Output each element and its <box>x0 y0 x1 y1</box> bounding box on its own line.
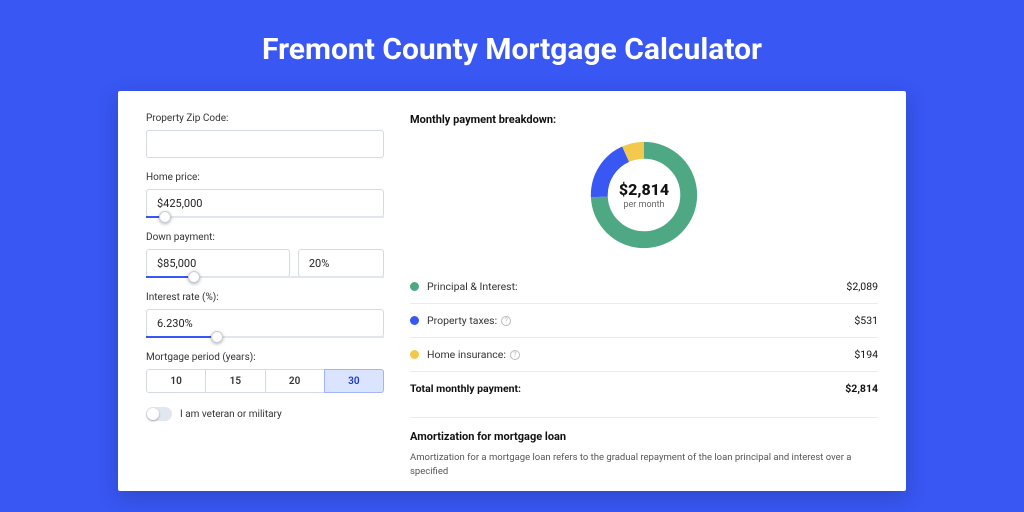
period-button-10[interactable]: 10 <box>146 369 206 393</box>
calculator-card: Property Zip Code: Home price: Down paym… <box>118 91 906 491</box>
breakdown-panel: Monthly payment breakdown: $2,814 per mo… <box>398 113 878 469</box>
slider-thumb[interactable] <box>188 271 200 283</box>
field-veteran: I am veteran or military <box>146 407 384 421</box>
home-price-slider[interactable] <box>146 216 384 218</box>
amortization-title: Amortization for mortgage loan <box>410 430 878 443</box>
veteran-label: I am veteran or military <box>180 409 282 420</box>
breakdown-value: $531 <box>854 314 878 327</box>
interest-rate-label: Interest rate (%): <box>146 292 384 303</box>
donut-chart-wrap: $2,814 per month <box>410 136 878 254</box>
info-icon[interactable]: ? <box>501 316 511 326</box>
legend-dot <box>410 350 419 359</box>
divider <box>410 303 878 304</box>
veteran-toggle[interactable] <box>146 407 172 421</box>
page-title: Fremont County Mortgage Calculator <box>0 0 1024 91</box>
donut-amount: $2,814 <box>619 180 669 199</box>
breakdown-title: Monthly payment breakdown: <box>410 113 878 126</box>
amortization-text: Amortization for a mortgage loan refers … <box>410 451 878 480</box>
slider-thumb[interactable] <box>159 211 171 223</box>
breakdown-value: $2,089 <box>846 280 878 293</box>
period-button-group: 10152030 <box>146 369 384 393</box>
zip-label: Property Zip Code: <box>146 113 384 124</box>
down-payment-label: Down payment: <box>146 232 384 243</box>
period-button-20[interactable]: 20 <box>265 369 325 393</box>
field-period: Mortgage period (years): 10152030 <box>146 352 384 393</box>
field-interest-rate: Interest rate (%): <box>146 292 384 338</box>
zip-input[interactable] <box>146 130 384 158</box>
divider <box>410 371 878 372</box>
breakdown-row: Property taxes:? $531 <box>410 306 878 335</box>
field-down-payment: Down payment: <box>146 232 384 278</box>
interest-rate-slider[interactable] <box>146 336 384 338</box>
donut-sub: per month <box>623 200 664 210</box>
breakdown-row: Principal & Interest: $2,089 <box>410 272 878 301</box>
info-icon[interactable]: ? <box>510 350 520 360</box>
interest-rate-input[interactable] <box>146 309 384 337</box>
total-label: Total monthly payment: <box>410 382 521 395</box>
period-label: Mortgage period (years): <box>146 352 384 363</box>
breakdown-row: Home insurance:? $194 <box>410 340 878 369</box>
breakdown-label: Principal & Interest: <box>427 280 518 293</box>
down-payment-pct-input[interactable] <box>298 249 384 277</box>
divider <box>410 337 878 338</box>
field-zip: Property Zip Code: <box>146 113 384 158</box>
donut-chart: $2,814 per month <box>585 136 703 254</box>
period-button-30[interactable]: 30 <box>324 369 384 393</box>
amortization-section: Amortization for mortgage loan Amortizat… <box>410 417 878 480</box>
legend-dot <box>410 282 419 291</box>
legend-dot <box>410 316 419 325</box>
form-panel: Property Zip Code: Home price: Down paym… <box>146 113 398 469</box>
period-button-15[interactable]: 15 <box>205 369 265 393</box>
slider-thumb[interactable] <box>211 331 223 343</box>
field-home-price: Home price: <box>146 172 384 218</box>
down-payment-amount-input[interactable] <box>146 249 290 277</box>
total-value: $2,814 <box>845 382 878 395</box>
total-row: Total monthly payment: $2,814 <box>410 374 878 403</box>
home-price-label: Home price: <box>146 172 384 183</box>
home-price-input[interactable] <box>146 189 384 217</box>
breakdown-label: Home insurance: <box>427 348 506 361</box>
breakdown-value: $194 <box>854 348 878 361</box>
down-payment-slider[interactable] <box>146 276 384 278</box>
breakdown-label: Property taxes: <box>427 314 497 327</box>
